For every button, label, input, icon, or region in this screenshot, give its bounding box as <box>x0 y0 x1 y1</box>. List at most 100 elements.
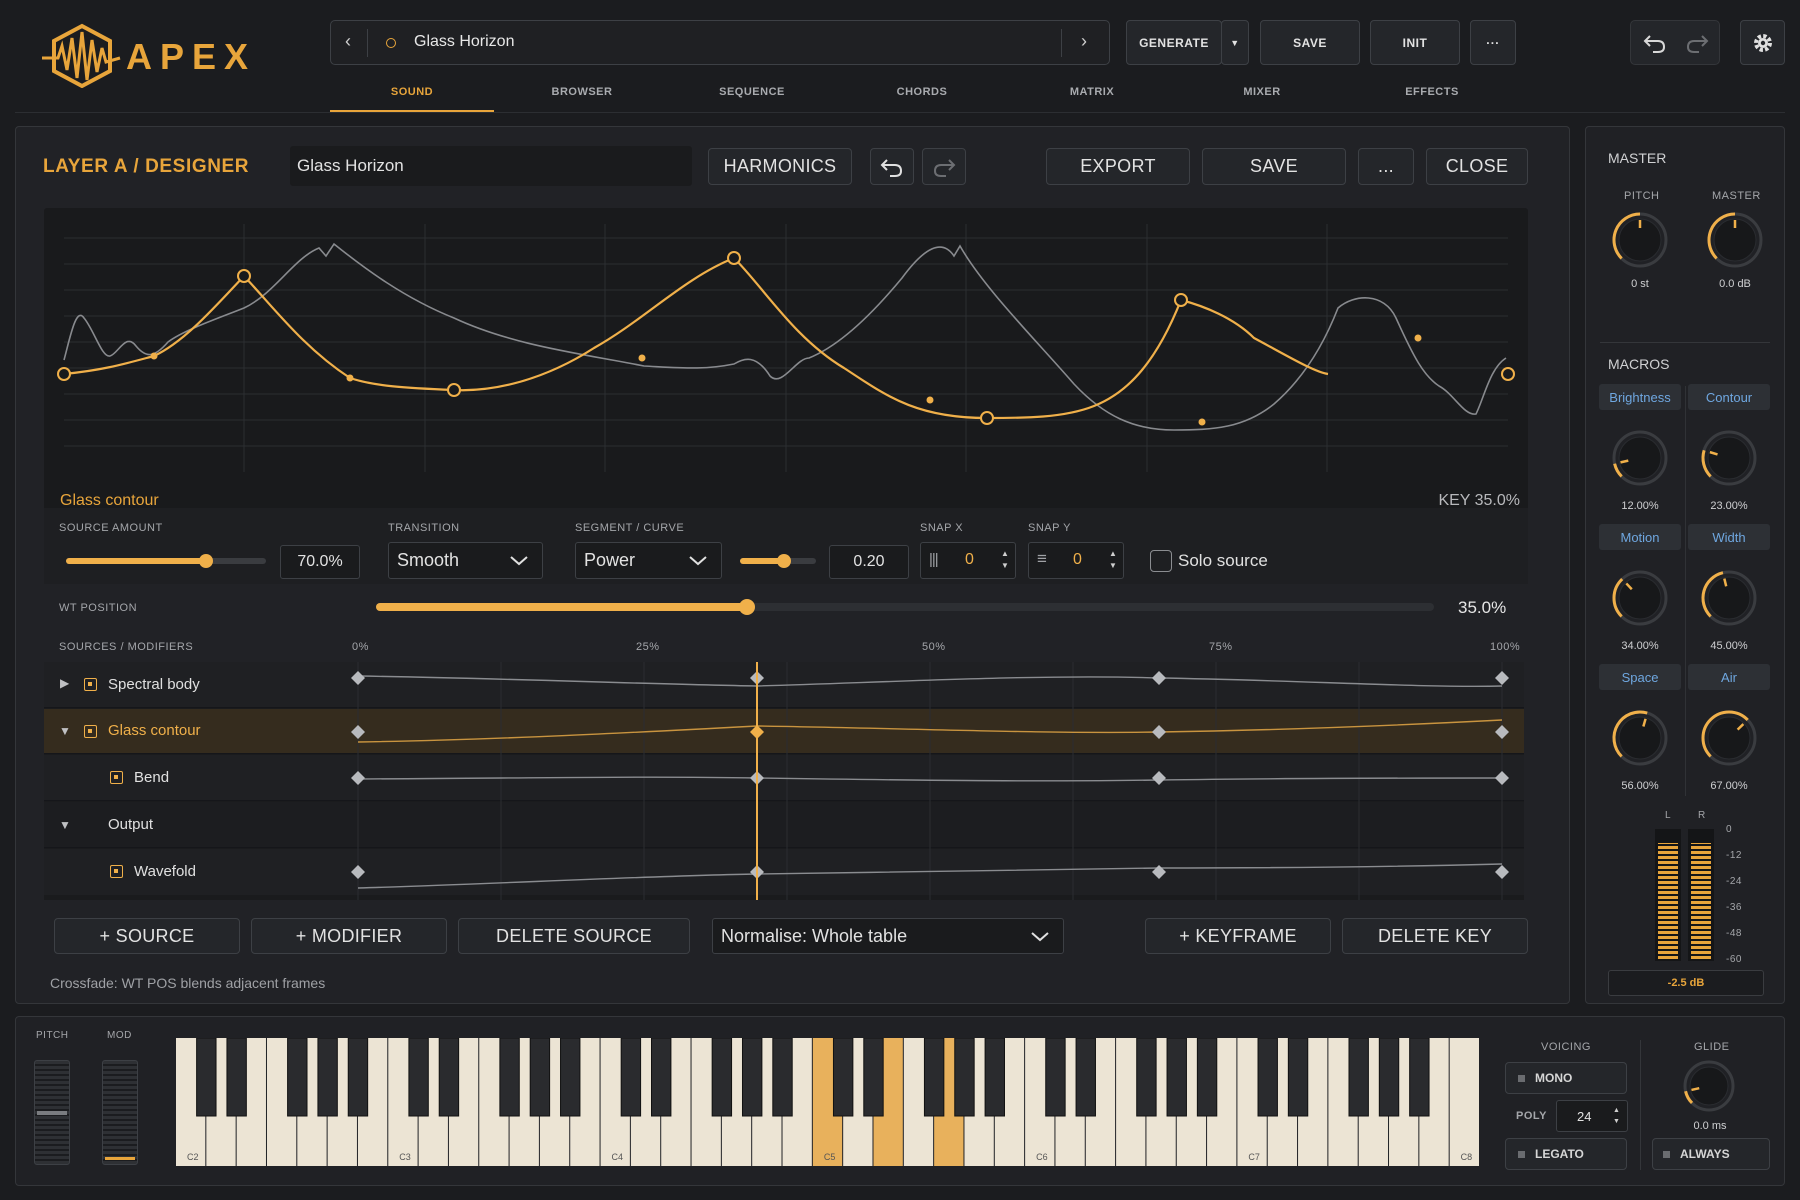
black-key[interactable] <box>1287 1038 1309 1117</box>
expand-right-icon[interactable]: ▶ <box>60 676 69 690</box>
black-key[interactable] <box>1196 1038 1218 1117</box>
delete-source-button[interactable]: DELETE SOURCE <box>458 918 690 954</box>
curve-handle[interactable] <box>777 554 791 568</box>
black-key[interactable] <box>196 1038 217 1117</box>
redo-icon[interactable] <box>1685 32 1709 54</box>
delete-key-button[interactable]: DELETE KEY <box>1342 918 1528 954</box>
always-button[interactable]: ALWAYS <box>1652 1138 1770 1170</box>
macro-knob-air[interactable] <box>1698 707 1760 769</box>
tab-sound[interactable]: SOUND <box>352 86 472 98</box>
macro-knob-contour[interactable] <box>1698 427 1760 489</box>
black-key[interactable] <box>529 1038 551 1117</box>
legato-button[interactable]: LEGATO <box>1505 1138 1627 1170</box>
black-key[interactable] <box>984 1038 1005 1117</box>
black-key[interactable] <box>438 1038 460 1117</box>
mono-button[interactable]: MONO <box>1505 1062 1627 1094</box>
black-key[interactable] <box>923 1038 945 1117</box>
timeline-area[interactable]: ▶ Spectral body ▼ Glass contour Bend ▼ O… <box>44 662 1524 900</box>
harmonics-button[interactable]: HARMONICS <box>708 148 852 185</box>
macro-name-width[interactable]: Width <box>1688 524 1770 550</box>
top-save-button[interactable]: SAVE <box>1260 20 1360 65</box>
collapse-down-icon[interactable]: ▼ <box>59 724 71 738</box>
piano-keys[interactable]: C2 C3 C4 C5 C6 C7 C8 <box>176 1038 1480 1166</box>
black-key[interactable] <box>1166 1038 1187 1117</box>
modifier-toggle-icon[interactable] <box>110 865 123 878</box>
black-key[interactable] <box>317 1038 338 1117</box>
tab-chords[interactable]: CHORDS <box>862 86 982 98</box>
black-key[interactable] <box>772 1038 793 1117</box>
generate-button[interactable]: GENERATE <box>1126 20 1222 65</box>
macro-knob-motion[interactable] <box>1609 567 1671 629</box>
macro-knob-brightness[interactable] <box>1609 427 1671 489</box>
keyframe-lanes[interactable] <box>44 662 1524 900</box>
add-source-button[interactable]: + SOURCE <box>54 918 240 954</box>
tab-sequence[interactable]: SEQUENCE <box>692 86 812 98</box>
stepper-arrows-icon[interactable]: ▲ ▼ <box>1613 1105 1620 1127</box>
macro-name-space[interactable]: Space <box>1599 664 1681 690</box>
preset-bar[interactable]: ‹ Glass Horizon › <box>330 20 1110 65</box>
black-key[interactable] <box>1409 1038 1430 1117</box>
designer-redo-button[interactable] <box>922 148 966 185</box>
black-key[interactable] <box>1075 1038 1096 1117</box>
piano-keyboard[interactable]: C2 C3 C4 C5 C6 C7 C8 <box>176 1038 1480 1166</box>
undo-icon[interactable] <box>1643 32 1667 54</box>
macro-name-contour[interactable]: Contour <box>1688 384 1770 410</box>
black-key[interactable] <box>499 1038 520 1117</box>
segment-select[interactable]: Power <box>575 542 722 579</box>
black-key[interactable] <box>560 1038 581 1117</box>
glide-knob[interactable] <box>1680 1057 1738 1115</box>
black-key[interactable] <box>741 1038 763 1117</box>
source-amount-handle[interactable] <box>199 554 213 568</box>
macro-knob-space[interactable] <box>1609 707 1671 769</box>
tab-matrix[interactable]: MATRIX <box>1032 86 1152 98</box>
source-toggle-icon[interactable] <box>84 725 97 738</box>
stepper-arrows-icon[interactable]: ▲ ▼ <box>1001 548 1009 572</box>
modifier-toggle-icon[interactable] <box>110 771 123 784</box>
designer-undo-button[interactable] <box>870 148 914 185</box>
black-key[interactable] <box>287 1038 308 1117</box>
init-button[interactable]: INIT <box>1370 20 1460 65</box>
black-key[interactable] <box>1136 1038 1157 1117</box>
collapse-down-icon[interactable]: ▼ <box>59 818 71 832</box>
white-key[interactable] <box>1449 1038 1479 1166</box>
settings-button[interactable] <box>1740 20 1785 65</box>
transition-select[interactable]: Smooth <box>388 542 543 579</box>
black-key[interactable] <box>863 1038 884 1117</box>
master-volume-knob[interactable] <box>1704 209 1766 271</box>
snap-x-stepper[interactable]: ||| 0 ▲ ▼ <box>920 542 1016 579</box>
source-amount-value-field[interactable]: 70.0% <box>280 545 360 579</box>
black-key[interactable] <box>408 1038 429 1117</box>
tab-effects[interactable]: EFFECTS <box>1372 86 1492 98</box>
macro-name-air[interactable]: Air <box>1688 664 1770 690</box>
add-keyframe-button[interactable]: + KEYFRAME <box>1145 918 1331 954</box>
black-key[interactable] <box>347 1038 369 1117</box>
wt-position-slider[interactable] <box>376 599 1434 615</box>
black-key[interactable] <box>1378 1038 1400 1117</box>
next-preset-icon[interactable]: › <box>1081 31 1087 52</box>
designer-more-button[interactable]: ... <box>1358 148 1414 185</box>
solo-source-checkbox[interactable] <box>1150 550 1172 572</box>
export-button[interactable]: EXPORT <box>1046 148 1190 185</box>
stepper-arrows-icon[interactable]: ▲ ▼ <box>1109 548 1117 572</box>
mod-wheel[interactable] <box>102 1060 138 1165</box>
add-modifier-button[interactable]: + MODIFIER <box>251 918 447 954</box>
black-key[interactable] <box>832 1038 854 1117</box>
black-key[interactable] <box>651 1038 672 1117</box>
curve-slider[interactable] <box>740 554 816 568</box>
black-key[interactable] <box>711 1038 733 1117</box>
normalise-select[interactable]: Normalise: Whole table <box>712 918 1064 954</box>
tab-browser[interactable]: BROWSER <box>522 86 642 98</box>
source-amount-slider[interactable] <box>66 554 266 568</box>
prev-preset-icon[interactable]: ‹ <box>345 31 351 52</box>
black-key[interactable] <box>954 1038 975 1117</box>
designer-save-button[interactable]: SAVE <box>1202 148 1346 185</box>
generate-dropdown-button[interactable]: ▼ <box>1221 20 1249 65</box>
black-key[interactable] <box>1348 1038 1369 1117</box>
black-key[interactable] <box>226 1038 247 1117</box>
top-more-button[interactable]: ··· <box>1470 20 1516 65</box>
close-button[interactable]: CLOSE <box>1426 148 1528 185</box>
snap-y-stepper[interactable]: ≡ 0 ▲ ▼ <box>1028 542 1124 579</box>
macro-knob-width[interactable] <box>1698 567 1760 629</box>
layer-name-field[interactable]: Glass Horizon <box>290 146 692 186</box>
black-key[interactable] <box>620 1038 642 1117</box>
